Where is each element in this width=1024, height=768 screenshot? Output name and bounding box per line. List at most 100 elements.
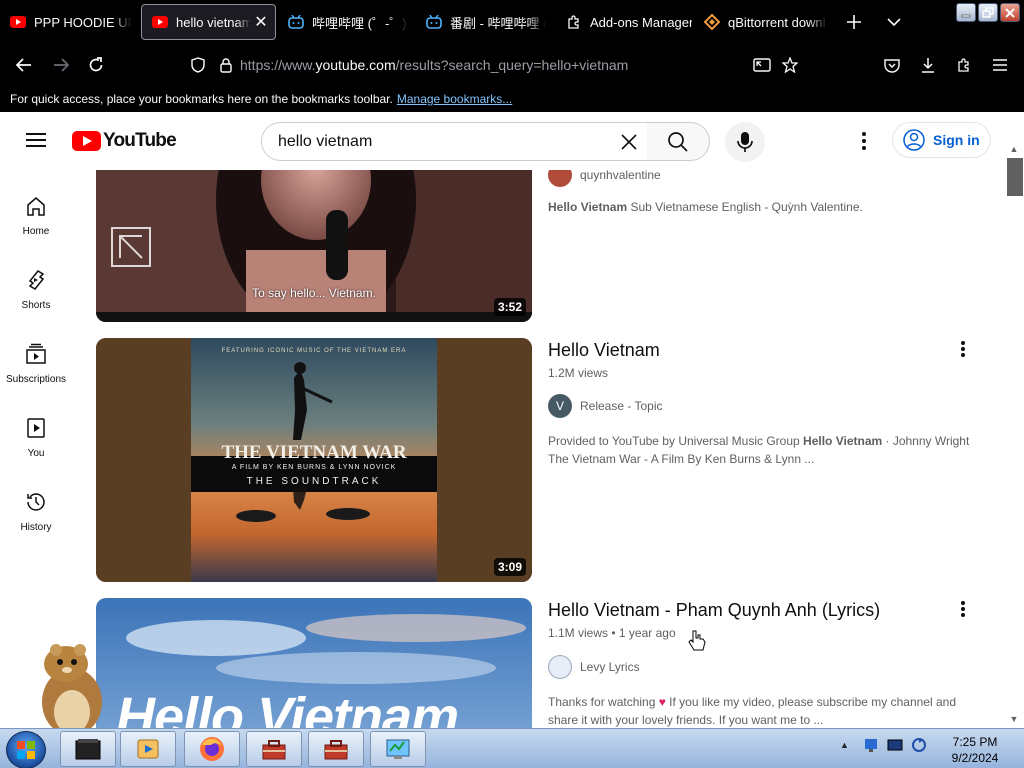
toolbox-icon (324, 740, 348, 760)
youtube-favicon-icon (152, 14, 168, 30)
navigation-toolbar: https://www. youtube.com/results?search_q… (0, 44, 1024, 86)
video-thumbnail[interactable]: FEATURING ICONIC MUSIC OF THE VIETNAM ER… (96, 338, 532, 582)
action-menu-icon[interactable] (952, 338, 974, 360)
channel-link[interactable]: V Release - Topic (548, 394, 663, 418)
bookmarks-message: For quick access, place your bookmarks h… (10, 92, 393, 106)
url-host: youtube.com (315, 57, 396, 73)
video-meta: 1.1M views • 1 year ago (548, 626, 676, 640)
bilibili-favicon-icon (426, 14, 442, 30)
tab-ppp-hoodie[interactable]: PPP HOODIE UNB (0, 4, 132, 40)
taskbar-app-toolbox-2[interactable] (308, 731, 364, 767)
description-text: Provided to YouTube by Universal Music G… (548, 434, 804, 448)
video-duration: 3:09 (493, 558, 526, 576)
youtube-masthead: YouTube hello vietnam Sign in (0, 112, 1004, 170)
bilibili-favicon-icon (288, 14, 304, 30)
picture-in-picture-icon[interactable] (750, 53, 774, 77)
taskbar-app-media-player[interactable] (120, 731, 176, 767)
search-button[interactable] (647, 122, 710, 161)
home-icon (24, 194, 48, 218)
channel-avatar (548, 170, 572, 187)
taskbar-app-firefox[interactable] (184, 731, 240, 767)
channel-name: Levy Lyrics (580, 660, 640, 674)
guide-item-shorts[interactable]: Shorts (0, 250, 72, 320)
show-hidden-icons[interactable]: ▲ (840, 740, 849, 750)
lock-icon[interactable] (214, 53, 238, 77)
taskbar-app-monitor[interactable] (370, 731, 426, 767)
bookmarks-toolbar: For quick access, place your bookmarks h… (0, 86, 1024, 112)
youtube-favicon-icon (10, 14, 26, 30)
guide-menu-button[interactable] (22, 129, 50, 153)
video-title[interactable]: Hello Vietnam (548, 340, 660, 361)
back-button[interactable] (12, 53, 36, 77)
system-tray: ▲ (840, 737, 927, 753)
display-tray-icon[interactable] (887, 737, 903, 753)
pocket-icon[interactable] (880, 53, 904, 77)
video-thumbnail[interactable]: Hello Vietnam (96, 598, 532, 728)
guide-item-subscriptions[interactable]: Subscriptions (0, 324, 72, 394)
restore-button[interactable] (978, 3, 998, 22)
video-thumbnail[interactable]: To say hello... Vietnam. 3:52 (96, 170, 532, 322)
voice-search-button[interactable] (725, 122, 765, 162)
start-button[interactable] (6, 731, 46, 768)
app-menu-icon[interactable] (988, 53, 1012, 77)
page-scrollbar[interactable] (1004, 112, 1024, 728)
search-results: To say hello... Vietnam. 3:52 quynhvalen… (72, 170, 1004, 728)
album-top-text: FEATURING ICONIC MUSIC OF THE VIETNAM ER… (221, 348, 407, 354)
tab-hello-vietnam[interactable]: hello vietnam - ✕ (141, 4, 276, 40)
video-age: 1 year ago (618, 626, 676, 640)
guide-item-history[interactable]: History (0, 472, 72, 542)
guide-item-you[interactable]: You (0, 398, 72, 468)
network-tray-icon[interactable] (863, 737, 879, 753)
downloads-icon[interactable] (916, 53, 940, 77)
channel-link[interactable]: Levy Lyrics (548, 655, 640, 679)
system-clock[interactable]: 7:25 PM 9/2/2024 (940, 734, 1010, 766)
video-title[interactable]: Hello Vietnam - Pham Quynh Anh (Lyrics) (548, 600, 880, 621)
sign-in-button[interactable]: Sign in (892, 122, 991, 158)
close-tab-icon[interactable]: ✕ (251, 12, 271, 32)
description-highlight: Hello Vietnam (548, 200, 628, 214)
guide-label: History (20, 522, 52, 533)
tab-bilibili[interactable]: 哔哩哔哩 (゜-゜)つ (278, 4, 408, 40)
tab-bilibili-anime[interactable]: 番剧 - 哔哩哔哩 ( (416, 4, 546, 40)
settings-more-icon[interactable] (852, 129, 876, 153)
close-window-button[interactable] (1000, 3, 1020, 22)
account-icon (903, 129, 925, 151)
tab-title: 番剧 - 哔哩哔哩 ( (450, 15, 546, 31)
new-tab-button[interactable] (842, 10, 866, 34)
extensions-icon[interactable] (952, 53, 976, 77)
hamster-desktop-pet[interactable] (30, 640, 114, 740)
video-description: Hello Vietnam Sub Vietnamese English - Q… (548, 198, 978, 216)
scroll-up-icon[interactable]: ▲ (1008, 144, 1020, 156)
description-text: Thanks for watching (548, 695, 659, 709)
channel-link[interactable]: quynhvalentine (548, 170, 661, 187)
search-input[interactable]: hello vietnam (261, 122, 648, 161)
qbittorrent-favicon-icon (704, 14, 720, 30)
video-views: 1.2M views (548, 366, 609, 380)
channel-name: quynhvalentine (580, 170, 661, 182)
bookmark-star-icon[interactable] (778, 53, 802, 77)
minimize-button[interactable] (956, 3, 976, 22)
firefox-icon (200, 737, 224, 761)
action-menu-icon[interactable] (952, 598, 974, 620)
youtube-logo[interactable]: YouTube (72, 130, 177, 152)
tab-title: PPP HOODIE UNB (34, 14, 132, 30)
clear-search-icon[interactable] (617, 130, 641, 154)
forward-button[interactable] (49, 53, 73, 77)
manage-bookmarks-link[interactable]: Manage bookmarks... (397, 92, 512, 106)
taskbar-app-terminal[interactable] (60, 731, 116, 767)
taskbar-app-toolbox[interactable] (246, 731, 302, 767)
thumbnail-text: Hello Vietnam (116, 687, 459, 728)
url-bar[interactable]: https://www. youtube.com/results?search_q… (240, 55, 628, 75)
tab-addons-manager[interactable]: Add-ons Manager (556, 4, 692, 40)
reload-button[interactable] (84, 53, 108, 77)
list-all-tabs-button[interactable] (882, 10, 906, 34)
heart-icon: ♥ (658, 695, 666, 709)
tab-qbittorrent[interactable]: qBittorrent downl (694, 4, 828, 40)
sync-tray-icon[interactable] (911, 737, 927, 753)
guide-item-home[interactable]: Home (0, 176, 72, 246)
scrollbar-thumb[interactable] (1007, 158, 1023, 196)
channel-avatar: V (548, 394, 572, 418)
scroll-down-icon[interactable]: ▼ (1008, 714, 1020, 726)
clock-date: 9/2/2024 (951, 751, 999, 765)
tracking-protection-icon[interactable] (186, 53, 210, 77)
